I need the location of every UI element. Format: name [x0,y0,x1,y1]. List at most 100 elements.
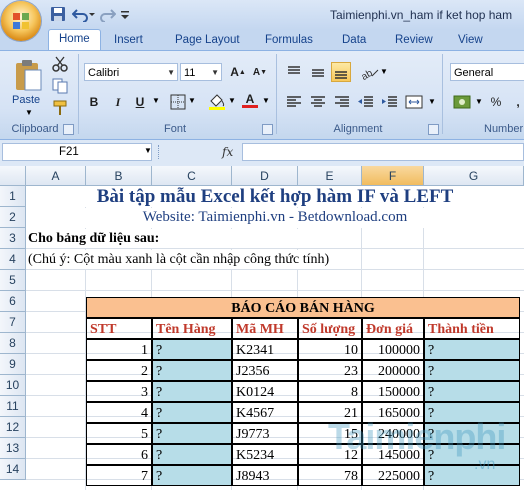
undo-icon[interactable] [72,6,88,22]
merge-center-icon[interactable] [404,92,426,112]
save-icon[interactable] [50,6,66,22]
select-all-button[interactable] [0,166,26,186]
column-header-d[interactable]: D [232,166,298,186]
sheet-title[interactable]: Bài tập mẫu Excel kết hợp hàm IF và LEFT [26,186,524,207]
cell-ten-hang[interactable]: ? [152,465,232,486]
comma-style-button[interactable]: , [508,92,524,112]
header-thanh-tien[interactable]: Thành tiền [424,318,520,339]
redo-icon[interactable] [100,6,116,22]
row-header-13[interactable]: 13 [0,438,26,459]
website-text[interactable]: Website: Taimienphi.vn - Betdownload.com [26,207,524,228]
accounting-dropdown-icon[interactable]: ▼ [475,97,483,106]
align-left-icon[interactable] [284,92,304,112]
prompt-text[interactable]: Cho bảng dữ liệu sau: [28,228,159,249]
alignment-launcher-icon[interactable] [428,124,439,135]
cell-thanh-tien[interactable]: ? [424,465,520,486]
align-center-icon[interactable] [308,92,328,112]
orientation-icon[interactable]: ab [358,62,380,82]
grow-font-button[interactable]: A ▲ [228,62,248,82]
cell-so-luong[interactable]: 10 [298,339,362,360]
cell-ma-mh[interactable]: K2341 [232,339,298,360]
column-header-a[interactable]: A [26,166,86,186]
accounting-format-icon[interactable] [452,92,474,112]
align-middle-icon[interactable] [308,62,328,82]
font-size-combo[interactable]: 11 ▼ [180,63,222,81]
splitter-handle[interactable] [158,145,163,159]
cell-don-gia[interactable]: 200000 [362,360,424,381]
column-header-c[interactable]: C [152,166,232,186]
paste-dropdown-icon[interactable]: ▼ [25,108,33,117]
align-right-icon[interactable] [332,92,352,112]
cell-stt[interactable]: 7 [86,465,152,486]
row-header-12[interactable]: 12 [0,417,26,438]
cell-stt[interactable]: 2 [86,360,152,381]
bold-button[interactable]: B [84,92,104,112]
borders-icon[interactable] [170,94,186,110]
header-don-gia[interactable]: Đơn giá [362,318,424,339]
cell-ten-hang[interactable]: ? [152,360,232,381]
decrease-indent-icon[interactable] [356,92,376,112]
cell-stt[interactable]: 5 [86,423,152,444]
column-header-g[interactable]: G [424,166,524,186]
cell-ma-mh[interactable]: K4567 [232,402,298,423]
cell-ma-mh[interactable]: J9773 [232,423,298,444]
format-painter-icon[interactable] [52,100,68,116]
column-header-e[interactable]: E [298,166,362,186]
header-so-luong[interactable]: Số lượng [298,318,362,339]
align-top-icon[interactable] [284,62,304,82]
merge-dropdown-icon[interactable]: ▼ [428,97,436,106]
cut-icon[interactable] [52,56,68,72]
column-header-f[interactable]: F [362,166,424,186]
cell-stt[interactable]: 3 [86,381,152,402]
cell-ma-mh[interactable]: K0124 [232,381,298,402]
cell-don-gia[interactable]: 225000 [362,465,424,486]
orientation-dropdown-icon[interactable]: ▼ [380,67,388,76]
row-header-8[interactable]: 8 [0,333,26,354]
cell-ten-hang[interactable]: ? [152,381,232,402]
align-bottom-button[interactable] [331,62,351,82]
row-header-2[interactable]: 2 [0,207,26,228]
tab-view[interactable]: View [448,31,493,49]
cell-ten-hang[interactable]: ? [152,339,232,360]
tab-home[interactable]: Home [48,29,101,51]
header-ma-mh[interactable]: Mã MH [232,318,298,339]
underline-dropdown-icon[interactable]: ▼ [152,96,160,105]
cell-ten-hang[interactable]: ? [152,402,232,423]
row-header-6[interactable]: 6 [0,291,26,312]
row-header-5[interactable]: 5 [0,270,26,291]
cell-thanh-tien[interactable]: ? [424,381,520,402]
cell-ma-mh[interactable]: J2356 [232,360,298,381]
row-header-10[interactable]: 10 [0,375,26,396]
clipboard-launcher-icon[interactable] [63,124,74,135]
percent-style-button[interactable]: % [486,92,506,112]
italic-button[interactable]: I [108,92,128,112]
row-header-14[interactable]: 14 [0,459,26,480]
cell-thanh-tien[interactable]: ? [424,360,520,381]
cell-ma-mh[interactable]: J8943 [232,465,298,486]
note-text[interactable]: (Chú ý: Cột màu xanh là cột cần nhập côn… [28,249,329,270]
font-color-dropdown-icon[interactable]: ▼ [262,96,270,105]
borders-dropdown-icon[interactable]: ▼ [188,96,196,105]
row-header-9[interactable]: 9 [0,354,26,375]
font-name-combo[interactable]: Calibri ▼ [84,63,178,81]
tab-data[interactable]: Data [332,31,376,49]
row-header-4[interactable]: 4 [0,249,26,270]
cell-so-luong[interactable]: 8 [298,381,362,402]
cell-so-luong[interactable]: 23 [298,360,362,381]
number-format-combo[interactable]: General [450,63,524,81]
increase-indent-icon[interactable] [380,92,400,112]
name-box-dropdown-icon[interactable]: ▼ [144,146,152,155]
copy-icon[interactable] [52,78,68,94]
header-ten-hang[interactable]: Tên Hàng [152,318,232,339]
formula-input[interactable] [242,143,524,161]
cell-stt[interactable]: 1 [86,339,152,360]
cell-ten-hang[interactable]: ? [152,423,232,444]
cell-stt[interactable]: 4 [86,402,152,423]
cell-don-gia[interactable]: 150000 [362,381,424,402]
customize-qat-icon[interactable] [120,6,130,22]
header-stt[interactable]: STT [86,318,152,339]
tab-page-layout[interactable]: Page Layout [165,31,250,49]
cell-ma-mh[interactable]: K5234 [232,444,298,465]
tab-insert[interactable]: Insert [104,31,153,49]
fill-color-icon[interactable] [208,92,226,110]
